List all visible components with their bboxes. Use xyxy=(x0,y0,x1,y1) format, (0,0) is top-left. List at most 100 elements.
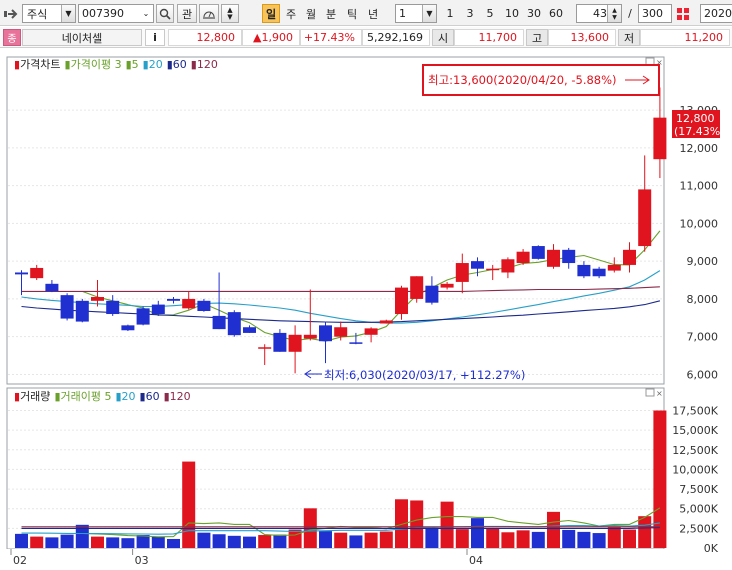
interval-1-button[interactable]: 1 xyxy=(442,4,458,23)
volume-bar[interactable] xyxy=(136,535,150,548)
interval-60-button[interactable]: 60 xyxy=(546,4,566,23)
volume-bar[interactable] xyxy=(471,518,484,548)
legend-entry: 60 xyxy=(146,390,160,403)
date-input[interactable]: 2020/ xyxy=(700,4,732,23)
volume-bar[interactable] xyxy=(364,532,378,548)
last-price-value: 12,800 xyxy=(676,112,715,125)
info-button[interactable]: i xyxy=(145,29,165,46)
volume-tick-label: 7,500K xyxy=(679,483,718,496)
chevron-down-icon[interactable]: ▼ xyxy=(422,5,436,22)
candle-body xyxy=(440,283,454,288)
volume-bar[interactable] xyxy=(516,530,530,548)
period-week-button[interactable]: 주 xyxy=(282,4,300,23)
volume-bar[interactable] xyxy=(501,532,515,548)
volume-bar[interactable] xyxy=(243,536,256,548)
stock-chart[interactable]: 13,00012,00011,00010,0009,0008,0007,0006… xyxy=(0,49,732,570)
candle-body xyxy=(258,347,272,349)
market-select[interactable]: 주식 ▼ xyxy=(22,4,76,23)
volume-bar[interactable] xyxy=(258,535,272,548)
volume-bar[interactable] xyxy=(60,534,74,548)
chevron-down-icon[interactable]: ⌄ xyxy=(139,5,153,22)
volume-bar[interactable] xyxy=(121,538,135,548)
volume-bar[interactable] xyxy=(167,538,180,548)
volume-bar[interactable] xyxy=(440,501,454,548)
volume-bar[interactable] xyxy=(577,531,591,548)
chevron-down-icon[interactable]: ▼ xyxy=(61,5,75,22)
volume-bar[interactable] xyxy=(486,528,500,548)
period-minute-button[interactable]: 분 xyxy=(322,4,340,23)
period-day-button[interactable]: 일 xyxy=(262,4,280,23)
volume-bar[interactable] xyxy=(319,531,332,548)
interval-3-button[interactable]: 3 xyxy=(462,4,478,23)
volume-bar[interactable] xyxy=(531,531,545,548)
volume-bar[interactable] xyxy=(212,534,226,548)
panel-close-icon[interactable]: × xyxy=(656,389,663,398)
volume-bar[interactable] xyxy=(334,532,348,548)
volume-bar[interactable] xyxy=(607,527,621,548)
settings-dial-icon[interactable] xyxy=(199,4,219,23)
volume-bar[interactable] xyxy=(379,531,393,549)
candle[interactable] xyxy=(531,245,545,260)
volume-bar[interactable] xyxy=(425,527,439,548)
total-count-input[interactable]: 300 xyxy=(638,4,672,23)
search-icon[interactable] xyxy=(156,4,174,23)
candle-body xyxy=(182,298,196,309)
volume-bar[interactable] xyxy=(547,511,560,548)
volume-bar[interactable] xyxy=(349,535,363,548)
link-arrow-icon[interactable] xyxy=(3,4,21,23)
chart-area[interactable]: 13,00012,00011,00010,0009,0008,0007,0006… xyxy=(0,49,732,570)
volume-tick-label: 0K xyxy=(704,542,719,555)
candle-body xyxy=(75,300,89,322)
x-tick-label: 02 xyxy=(13,554,27,567)
volume-bar[interactable] xyxy=(15,533,28,548)
stock-code-input[interactable]: 007390 ⌄ xyxy=(78,4,154,23)
candle-body xyxy=(91,297,104,301)
candle[interactable] xyxy=(60,293,74,321)
candle-body xyxy=(334,327,348,337)
period-month-button[interactable]: 월 xyxy=(302,4,320,23)
volume-bar[interactable] xyxy=(151,536,165,548)
count-input[interactable]: 43 ▲ ▼ xyxy=(576,4,622,23)
period-year-button[interactable]: 년 xyxy=(364,4,382,23)
grid-settings-icon[interactable] xyxy=(674,4,692,23)
volume-bar[interactable] xyxy=(562,529,576,548)
count-spin-icon[interactable]: ▲ ▼ xyxy=(607,5,621,22)
volume-bar[interactable] xyxy=(410,500,424,548)
candle[interactable] xyxy=(75,298,89,323)
volume-bar[interactable] xyxy=(182,461,196,548)
spin-updown-icon[interactable]: ▲ ▼ xyxy=(221,4,239,23)
interval-5-button[interactable]: 5 xyxy=(482,4,498,23)
legend-entry: 5 xyxy=(132,58,139,71)
candle[interactable] xyxy=(227,310,241,337)
interval-10-button[interactable]: 10 xyxy=(502,4,522,23)
candle[interactable] xyxy=(197,298,211,312)
candle-body xyxy=(167,298,180,301)
volume-bar[interactable] xyxy=(197,532,211,548)
stock-name[interactable]: 네이처셀 xyxy=(22,29,142,46)
candle-body xyxy=(395,287,408,315)
total-count-value: 300 xyxy=(642,7,663,20)
volume-bar[interactable] xyxy=(30,536,44,548)
volume-bar[interactable] xyxy=(273,534,287,548)
volume-bar[interactable] xyxy=(455,529,469,548)
candle[interactable] xyxy=(136,306,150,326)
volume-bar[interactable] xyxy=(227,535,241,548)
volume-bar[interactable] xyxy=(623,529,636,548)
candle-body xyxy=(319,325,332,342)
volume-bar[interactable] xyxy=(45,537,59,548)
volume-bar[interactable] xyxy=(106,537,120,548)
candle[interactable] xyxy=(410,276,424,303)
interval-30-button[interactable]: 30 xyxy=(524,4,544,23)
interval-select[interactable]: 1 ▼ xyxy=(395,4,437,23)
volume-bar[interactable] xyxy=(91,536,104,548)
legend-entry: 120 xyxy=(170,390,191,403)
candle-body xyxy=(15,272,28,275)
candle-body xyxy=(243,327,256,333)
legend-entry: 거래이평 5 xyxy=(61,390,112,403)
volume-bar[interactable] xyxy=(592,533,606,548)
volume-bar[interactable] xyxy=(288,529,302,548)
period-tick-button[interactable]: 틱 xyxy=(343,4,361,23)
watchlist-button[interactable]: 관 xyxy=(177,4,197,23)
candle[interactable] xyxy=(121,324,135,332)
volume-bar[interactable] xyxy=(638,516,652,548)
